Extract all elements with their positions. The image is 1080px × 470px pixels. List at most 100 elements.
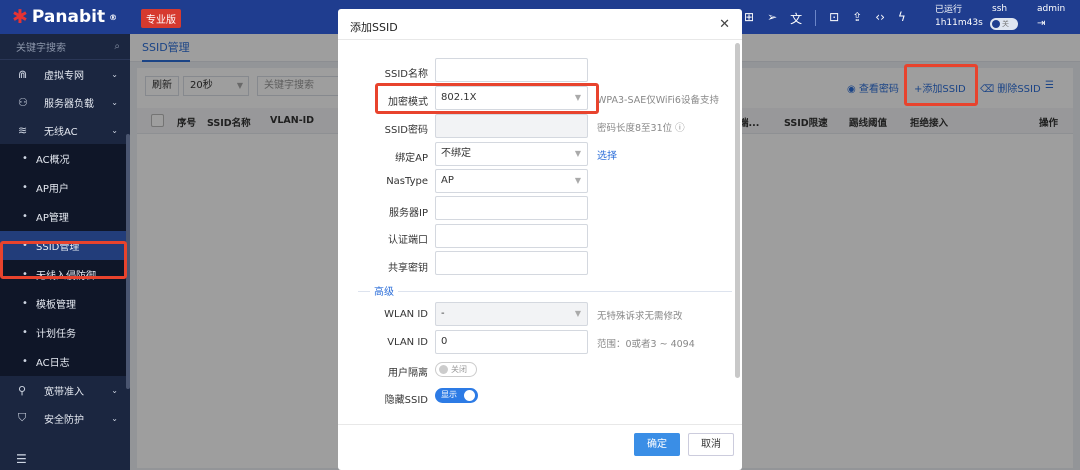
hide-ssid-toggle[interactable]: 显示 xyxy=(435,388,478,403)
network-icon: ⋒ xyxy=(18,67,28,81)
translate-icon[interactable]: 文 xyxy=(790,10,802,27)
bullet-icon: • xyxy=(22,211,28,222)
sidebar-item-templates[interactable]: • 模板管理 xyxy=(0,289,130,318)
ssh-toggle[interactable]: 关 xyxy=(990,18,1018,30)
bullet-icon: • xyxy=(22,153,28,164)
highlight-enc-mode xyxy=(375,83,599,114)
bullet-icon: • xyxy=(22,298,28,309)
sidebar-item-label: AP管理 xyxy=(36,213,69,224)
dialog-scrollbar[interactable] xyxy=(735,43,740,378)
vlan-id-hint: 范围：0或者3 ~ 4094 xyxy=(597,339,695,350)
close-icon[interactable]: ✕ xyxy=(719,17,730,32)
sidebar-search-placeholder: 关键字搜索 xyxy=(16,43,66,54)
sidebar-item-vpn[interactable]: ⋒ 虚拟专网 ⌄ xyxy=(0,60,130,88)
ssid-name-input[interactable] xyxy=(435,58,588,82)
edition-badge: 专业版 xyxy=(141,9,181,28)
brand-logo: ✱ Panabit ® xyxy=(12,6,117,28)
bolt-icon[interactable]: ϟ xyxy=(898,10,906,27)
sidebar-item-wireless-ac[interactable]: ≋ 无线AC ⌄ xyxy=(0,116,130,144)
user-isolation-label: 用户隔离 xyxy=(388,368,428,379)
bullet-icon: • xyxy=(22,182,28,193)
ssid-password-input[interactable] xyxy=(435,114,588,138)
auth-port-input[interactable] xyxy=(435,224,588,248)
nastype-value: AP xyxy=(441,175,454,186)
shared-key-input[interactable] xyxy=(435,251,588,275)
server-ip-input[interactable] xyxy=(435,196,588,220)
hide-ssid-state: 显示 xyxy=(441,390,457,399)
runtime-info: 已运行 1h11m43s xyxy=(935,4,983,30)
sidebar-item-ap-manage[interactable]: • AP管理 xyxy=(0,202,130,231)
upload-icon[interactable]: ⇪ xyxy=(852,10,862,27)
sidebar-item-server-lb[interactable]: ⚇ 服务器负载 ⌄ xyxy=(0,88,130,116)
caret-down-icon: ▼ xyxy=(574,149,581,158)
vlan-id-input[interactable]: 0 xyxy=(435,330,588,354)
vlan-id-label: VLAN ID xyxy=(387,337,428,348)
sidebar-item-ac-log[interactable]: • AC日志 xyxy=(0,347,130,376)
book-icon[interactable]: ⊞ xyxy=(744,10,754,27)
toggle-knob xyxy=(439,365,448,374)
brand-name: Panabit xyxy=(31,7,106,27)
code-icon[interactable]: ‹› xyxy=(875,10,885,27)
sidebar-item-label: AC日志 xyxy=(36,358,70,369)
search-icon[interactable]: ⌕ xyxy=(114,41,120,52)
sidebar-item-label: 服务器负载 xyxy=(44,98,94,110)
shield-icon: ⛉ xyxy=(18,411,27,424)
bind-ap-select[interactable]: 不绑定 ▼ xyxy=(435,142,588,166)
sidebar-search[interactable]: 关键字搜索 ⌕ xyxy=(0,34,130,60)
sidebar-item-label: 无线AC xyxy=(44,126,78,138)
password-hint: 密码长度8至31位 ⓘ xyxy=(597,120,685,134)
sidebar-item-broadband[interactable]: ⚲ 宽带准入 ⌄ xyxy=(0,376,130,404)
sidebar-item-label: AC概况 xyxy=(36,155,70,166)
runtime-value: 1h11m43s xyxy=(935,18,983,28)
nastype-label: NasType xyxy=(386,176,428,187)
send-icon[interactable]: ➢ xyxy=(767,10,777,27)
sidebar-item-label: AP用户 xyxy=(36,184,69,195)
sidebar-item-label: 计划任务 xyxy=(36,329,76,340)
sidebar-item-schedule[interactable]: • 计划任务 xyxy=(0,318,130,347)
highlight-sidebar-ssid xyxy=(0,241,127,279)
logout-icon[interactable]: ⇥ xyxy=(1037,18,1045,29)
user-icon: ⚲ xyxy=(18,383,27,397)
registered-mark: ® xyxy=(109,12,118,22)
runtime-label: 已运行 xyxy=(935,5,963,15)
caret-down-icon: ▼ xyxy=(574,309,581,318)
sidebar-item-ac-overview[interactable]: • AC概况 xyxy=(0,144,130,173)
caret-down-icon: ▼ xyxy=(574,176,581,185)
bullet-icon: • xyxy=(22,327,28,338)
ssid-name-label: SSID名称 xyxy=(384,69,428,80)
auth-port-label: 认证端口 xyxy=(388,235,428,246)
user-name[interactable]: admin xyxy=(1037,4,1065,14)
advanced-divider xyxy=(358,291,732,292)
top-toolbar: ⊞ ➢ 文 ⊡ ⇪ ‹› ϟ xyxy=(744,10,906,27)
wlan-id-value: - xyxy=(441,308,445,319)
server-ip-label: 服务器IP xyxy=(389,208,428,219)
highlight-add-ssid xyxy=(904,64,978,106)
sidebar-item-security[interactable]: ⛉ 安全防护 ⌄ xyxy=(0,404,130,432)
advanced-section-label: 高级 xyxy=(370,283,398,298)
ssh-label: ssh xyxy=(992,4,1008,14)
logo-star-icon: ✱ xyxy=(12,6,28,28)
bind-ap-value: 不绑定 xyxy=(441,148,471,159)
chevron-down-icon: ⌄ xyxy=(111,413,118,423)
hide-ssid-label: 隐藏SSID xyxy=(384,395,428,406)
toggle-knob xyxy=(992,20,1000,28)
toggle-knob xyxy=(464,390,475,401)
wlan-id-select[interactable]: - ▼ xyxy=(435,302,588,326)
grid-icon[interactable]: ⊡ xyxy=(829,10,839,27)
menu-collapse-icon[interactable]: ☰ xyxy=(16,452,27,466)
user-isolation-toggle[interactable]: 关闭 xyxy=(435,362,477,377)
password-hint-text: 密码长度8至31位 xyxy=(597,123,673,134)
wlan-id-hint: 无特殊诉求无需修改 xyxy=(597,311,683,322)
sidebar-item-label: 模板管理 xyxy=(36,300,76,311)
info-icon[interactable]: ⓘ xyxy=(675,123,685,134)
server-icon: ⚇ xyxy=(18,95,28,109)
nastype-select[interactable]: AP ▼ xyxy=(435,169,588,193)
chevron-down-icon: ⌄ xyxy=(111,69,118,79)
user-isolation-state: 关闭 xyxy=(451,365,467,374)
cancel-button[interactable]: 取消 xyxy=(688,433,734,456)
chevron-down-icon: ⌄ xyxy=(111,97,118,107)
select-ap-link[interactable]: 选择 xyxy=(597,147,617,162)
bind-ap-label: 绑定AP xyxy=(395,153,428,164)
confirm-button[interactable]: 确定 xyxy=(634,433,680,456)
sidebar-item-ap-users[interactable]: • AP用户 xyxy=(0,173,130,202)
